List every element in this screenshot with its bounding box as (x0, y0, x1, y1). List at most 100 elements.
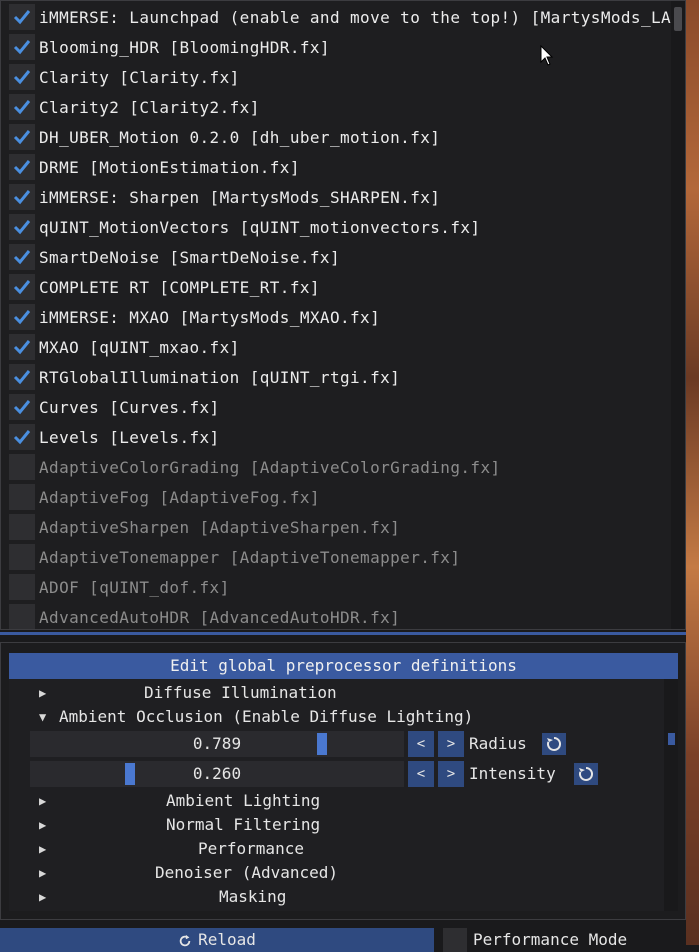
check-icon (13, 340, 31, 355)
effects-scrollbar[interactable] (671, 1, 685, 629)
effect-label: Clarity2 [Clarity2.fx] (39, 97, 260, 117)
tree-node-label: Performance (198, 839, 304, 858)
effect-toggle-checkbox[interactable] (9, 184, 35, 210)
effects-panel: iMMERSE: Launchpad (enable and move to t… (0, 0, 686, 630)
radius-decrement-button[interactable]: < (408, 731, 434, 757)
check-icon (13, 40, 31, 55)
effect-item[interactable]: Curves [Curves.fx] (9, 393, 220, 421)
effect-item[interactable]: iMMERSE: Sharpen [MartysMods_SHARPEN.fx] (9, 183, 440, 211)
intensity-decrement-button[interactable]: < (408, 761, 434, 787)
effect-item[interactable]: Blooming_HDR [BloomingHDR.fx] (9, 33, 330, 61)
effect-toggle-checkbox[interactable] (9, 364, 35, 390)
effect-item[interactable]: MXAO [qUINT_mxao.fx] (9, 333, 240, 361)
effect-toggle-checkbox[interactable] (9, 424, 35, 450)
effect-label: AdaptiveFog [AdaptiveFog.fx] (39, 487, 320, 507)
performance-mode-label: Performance Mode (473, 930, 628, 949)
effect-item[interactable]: iMMERSE: MXAO [MartysMods_MXAO.fx] (9, 303, 380, 331)
check-icon (13, 130, 31, 145)
settings-scrollbar-thumb[interactable] (668, 733, 675, 745)
radius-reset-button[interactable] (542, 733, 566, 755)
tree-node-ambient-lighting[interactable]: ▶ Ambient Lighting (9, 789, 669, 813)
effect-item[interactable]: AdaptiveSharpen [AdaptiveSharpen.fx] (9, 513, 400, 541)
effect-item[interactable]: AdvancedAutoHDR [AdvancedAutoHDR.fx] (9, 603, 400, 629)
check-icon (13, 400, 31, 415)
effect-item[interactable]: DH_UBER_Motion 0.2.0 [dh_uber_motion.fx] (9, 123, 440, 151)
check-icon (13, 190, 31, 205)
tree-node-label: Ambient Lighting (166, 791, 321, 810)
intensity-value: 0.260 (192, 764, 242, 783)
effect-item[interactable]: Levels [Levels.fx] (9, 423, 220, 451)
effect-item[interactable]: qUINT_MotionVectors [qUINT_motionvectors… (9, 213, 480, 241)
effect-label: iMMERSE: MXAO [MartysMods_MXAO.fx] (39, 307, 381, 327)
reload-button[interactable]: Reload (0, 928, 434, 952)
effect-item[interactable]: AdaptiveColorGrading [AdaptiveColorGradi… (9, 453, 501, 481)
check-icon (13, 310, 31, 325)
effect-toggle-checkbox[interactable] (9, 454, 35, 480)
edit-preprocessor-button[interactable]: Edit global preprocessor definitions (9, 653, 678, 679)
intensity-reset-button[interactable] (574, 763, 598, 785)
tree-node-performance[interactable]: ▶ Performance (9, 837, 669, 861)
intensity-increment-button[interactable]: > (438, 761, 464, 787)
radius-label: Radius (469, 734, 527, 753)
performance-mode-checkbox[interactable] (443, 928, 467, 952)
effect-item[interactable]: DRME [MotionEstimation.fx] (9, 153, 300, 181)
effect-toggle-checkbox[interactable] (9, 154, 35, 180)
effect-item[interactable]: ADOF [qUINT_dof.fx] (9, 573, 230, 601)
check-icon (13, 160, 31, 175)
effect-label: ADOF [qUINT_dof.fx] (39, 577, 230, 597)
check-icon (13, 10, 31, 25)
reload-icon (179, 934, 191, 946)
reset-icon (547, 736, 561, 751)
reload-label: Reload (198, 930, 256, 949)
effect-toggle-checkbox[interactable] (9, 64, 35, 90)
effect-item[interactable]: Clarity2 [Clarity2.fx] (9, 93, 260, 121)
splitter-bar[interactable] (0, 632, 686, 635)
effect-toggle-checkbox[interactable] (9, 544, 35, 570)
effect-label: AdaptiveColorGrading [AdaptiveColorGradi… (39, 457, 501, 477)
effect-toggle-checkbox[interactable] (9, 484, 35, 510)
tree-node-label: Masking (219, 887, 287, 906)
effect-toggle-checkbox[interactable] (9, 274, 35, 300)
tree-node-label: Denoiser (Advanced) (155, 863, 339, 882)
effect-label: AdaptiveSharpen [AdaptiveSharpen.fx] (39, 517, 401, 537)
effect-toggle-checkbox[interactable] (9, 124, 35, 150)
effect-toggle-checkbox[interactable] (9, 394, 35, 420)
effects-scrollbar-thumb[interactable] (674, 7, 682, 31)
effect-toggle-checkbox[interactable] (9, 574, 35, 600)
effect-toggle-checkbox[interactable] (9, 514, 35, 540)
effect-item[interactable]: COMPLETE RT [COMPLETE_RT.fx] (9, 273, 320, 301)
technique-settings-tree: ▶ Diffuse Illumination ▼ Ambient Occlusi… (9, 679, 678, 911)
effect-toggle-checkbox[interactable] (9, 604, 35, 629)
radius-increment-button[interactable]: > (438, 731, 464, 757)
effect-toggle-checkbox[interactable] (9, 244, 35, 270)
effect-toggle-checkbox[interactable] (9, 4, 35, 30)
effect-label: qUINT_MotionVectors [qUINT_motionvectors… (39, 217, 481, 237)
intensity-slider[interactable]: 0.260 (30, 761, 404, 787)
effect-toggle-checkbox[interactable] (9, 304, 35, 330)
effect-item[interactable]: Clarity [Clarity.fx] (9, 63, 240, 91)
effect-item[interactable]: iMMERSE: Launchpad (enable and move to t… (9, 3, 671, 31)
effect-item[interactable]: SmartDeNoise [SmartDeNoise.fx] (9, 243, 340, 271)
tree-node-label: Normal Filtering (166, 815, 321, 834)
tree-node-normal-filtering[interactable]: ▶ Normal Filtering (9, 813, 669, 837)
effect-item[interactable]: AdaptiveTonemapper [AdaptiveTonemapper.f… (9, 543, 460, 571)
expand-arrow-icon: ▶ (39, 794, 47, 808)
effect-toggle-checkbox[interactable] (9, 334, 35, 360)
tree-node-ambient-occlusion[interactable]: ▼ Ambient Occlusion (Enable Diffuse Ligh… (9, 705, 669, 729)
settings-scrollbar[interactable] (664, 679, 678, 911)
effect-label: MXAO [qUINT_mxao.fx] (39, 337, 240, 357)
effect-item[interactable]: RTGlobalIllumination [qUINT_rtgi.fx] (9, 363, 400, 391)
reset-icon (579, 766, 593, 781)
settings-panel: Edit global preprocessor definitions ▶ D… (0, 642, 686, 920)
effect-label: iMMERSE: Launchpad (enable and move to t… (39, 7, 671, 27)
effect-toggle-checkbox[interactable] (9, 34, 35, 60)
radius-slider[interactable]: 0.789 (30, 731, 404, 757)
tree-node-masking[interactable]: ▶ Masking (9, 885, 669, 909)
effect-item[interactable]: AdaptiveFog [AdaptiveFog.fx] (9, 483, 320, 511)
intensity-label: Intensity (469, 764, 556, 783)
effect-toggle-checkbox[interactable] (9, 94, 35, 120)
tree-node-diffuse-illumination[interactable]: ▶ Diffuse Illumination (9, 681, 669, 705)
expand-arrow-icon: ▶ (39, 890, 47, 904)
tree-node-denoiser[interactable]: ▶ Denoiser (Advanced) (9, 861, 669, 885)
effect-toggle-checkbox[interactable] (9, 214, 35, 240)
